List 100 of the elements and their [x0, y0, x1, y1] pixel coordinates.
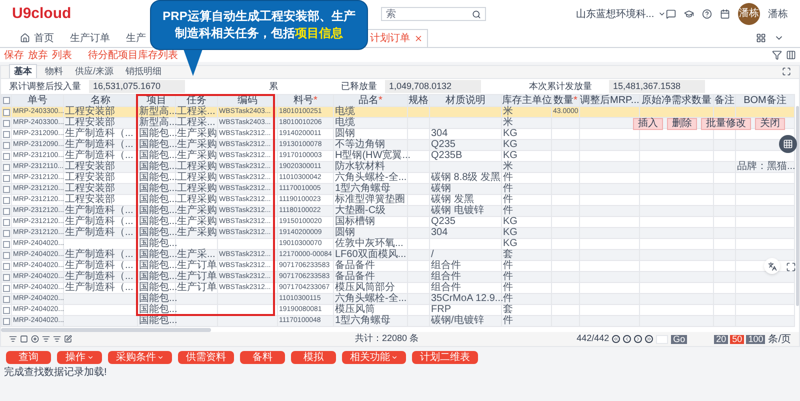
- row-action-button[interactable]: 批量修改: [701, 118, 751, 130]
- checkbox[interactable]: [3, 274, 10, 280]
- checkbox[interactable]: [3, 208, 10, 214]
- table-cell: KG: [503, 216, 518, 227]
- checkbox[interactable]: [3, 152, 10, 160]
- action-button[interactable]: 模拟: [291, 351, 336, 364]
- add-icon[interactable]: [31, 335, 39, 343]
- toolbar-link[interactable]: 保存: [4, 48, 24, 62]
- grid-icon[interactable]: [756, 33, 766, 43]
- table-cell: 生产采购: [177, 139, 217, 150]
- checkbox[interactable]: [3, 240, 10, 248]
- previous-page-icon[interactable]: [623, 335, 632, 343]
- table-cell: 米: [503, 117, 513, 128]
- table-cell: 国能包...: [139, 249, 178, 260]
- help-icon[interactable]: [702, 9, 712, 19]
- calendar-icon[interactable]: [720, 9, 730, 19]
- action-button[interactable]: 备料: [240, 351, 285, 364]
- table-cell: 碳钢 发黑: [431, 194, 474, 205]
- user-name[interactable]: 潘栋: [768, 6, 788, 22]
- filter-icon[interactable]: [772, 50, 782, 60]
- table-cell: 生产制造科（...: [65, 282, 134, 293]
- subtab[interactable]: 物料: [41, 64, 67, 78]
- column-header[interactable]: 材质说明: [430, 94, 502, 106]
- table-cell: 国能包...: [139, 227, 178, 238]
- checkbox[interactable]: [3, 230, 10, 236]
- list-icon[interactable]: [53, 335, 61, 343]
- tab[interactable]: 首页: [16, 29, 58, 47]
- company-selector[interactable]: 山东蓝想环境科...: [576, 6, 654, 22]
- action-button[interactable]: 采购条件: [108, 351, 172, 364]
- row-action-button[interactable]: 删除: [667, 118, 697, 130]
- avatar[interactable]: 潘栋: [738, 3, 760, 25]
- action-button[interactable]: 计划二维表: [412, 351, 478, 364]
- graduation-cap-icon[interactable]: [684, 9, 694, 19]
- close-icon[interactable]: [414, 34, 423, 43]
- checkbox[interactable]: [3, 97, 10, 104]
- next-page-icon[interactable]: [634, 335, 642, 343]
- checkbox-icon[interactable]: [20, 335, 28, 343]
- filter-icon[interactable]: [9, 335, 17, 343]
- edit-icon[interactable]: [64, 335, 72, 343]
- table-cell: Q235B: [431, 150, 462, 161]
- list-icon[interactable]: [42, 335, 50, 343]
- checkbox[interactable]: [3, 252, 10, 258]
- checkbox[interactable]: [3, 284, 10, 292]
- checkbox[interactable]: [3, 164, 10, 170]
- caret-icon[interactable]: [658, 10, 666, 18]
- checkbox[interactable]: [3, 142, 10, 148]
- columns-icon[interactable]: [786, 50, 796, 60]
- toolbar-link[interactable]: 待分配项目库存列表: [88, 48, 178, 62]
- row-action-button[interactable]: 插入: [633, 118, 663, 130]
- checkbox[interactable]: [3, 108, 10, 116]
- go-button[interactable]: Go: [671, 334, 688, 344]
- column-header[interactable]: 料号*: [278, 94, 334, 106]
- column-header[interactable]: 原始净需求数量: [640, 94, 714, 106]
- checkbox[interactable]: [3, 296, 10, 302]
- toolbar-link[interactable]: 放弃: [28, 48, 48, 62]
- last-page-icon[interactable]: [645, 335, 654, 343]
- column-header[interactable]: BOM备注: [736, 94, 794, 106]
- fullscreen-icon[interactable]: [786, 262, 796, 272]
- tab[interactable]: 计划订单: [365, 29, 428, 47]
- search-field[interactable]: 索: [381, 7, 486, 21]
- action-button[interactable]: 供需资料: [178, 351, 234, 364]
- table-cell: 国标槽钢: [335, 216, 375, 227]
- table-cell: 碳钢: [431, 183, 451, 194]
- action-button[interactable]: 查询: [6, 351, 51, 364]
- table-cell: 生产制造科（...: [65, 216, 134, 227]
- page-size-option[interactable]: 100: [746, 334, 766, 344]
- tab[interactable]: 生产订单: [66, 29, 114, 47]
- table-cell: 模压风筒部分: [335, 282, 395, 293]
- action-button[interactable]: 相关功能: [342, 351, 406, 364]
- page-position: 442/442: [576, 332, 610, 346]
- checkbox[interactable]: [3, 196, 10, 204]
- message-icon[interactable]: [666, 9, 676, 19]
- first-page-icon[interactable]: [612, 335, 620, 343]
- page-size-option[interactable]: 50: [730, 334, 744, 344]
- subtab[interactable]: 基本: [9, 64, 37, 78]
- total-count: 共计：22080 条: [355, 332, 419, 346]
- subtab[interactable]: 销抵明细: [122, 64, 166, 78]
- checkbox[interactable]: [3, 174, 10, 182]
- search-icon[interactable]: [472, 10, 481, 18]
- fullscreen-icon[interactable]: [782, 67, 791, 76]
- subtab[interactable]: 供应/来源: [71, 64, 118, 78]
- checkbox[interactable]: [3, 262, 10, 270]
- page-input[interactable]: [656, 334, 668, 344]
- table-cell: 组合件: [431, 271, 461, 282]
- table-cell: 标准型弹簧垫圈: [335, 194, 405, 205]
- action-button[interactable]: 操作: [57, 351, 102, 364]
- checkbox[interactable]: [3, 318, 10, 324]
- tab[interactable]: 生产: [122, 29, 150, 47]
- checkbox[interactable]: [3, 186, 10, 192]
- row-action-button[interactable]: 关闭: [755, 118, 785, 130]
- table-cell: 工程采...: [177, 106, 216, 117]
- column-header[interactable]: 调整后MRP...: [580, 94, 640, 106]
- table-cell: 国能包...: [139, 293, 178, 304]
- checkbox[interactable]: [3, 120, 10, 126]
- checkbox[interactable]: [3, 130, 10, 138]
- toolbar-link[interactable]: 列表: [52, 48, 72, 62]
- page-size-option[interactable]: 20: [714, 334, 728, 344]
- checkbox[interactable]: [3, 218, 10, 226]
- table-cell: 件: [503, 172, 513, 183]
- checkbox[interactable]: [3, 306, 10, 314]
